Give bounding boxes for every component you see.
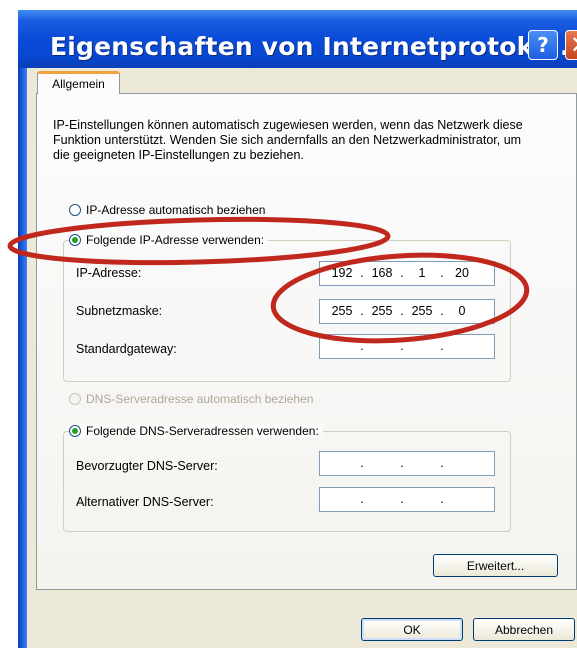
subnet-mask-label: Subnetzmaske: (76, 304, 163, 318)
ip-address-label: IP-Adresse: (76, 266, 142, 280)
title-bar[interactable]: Eigenschaften von Internetprotoko... ? ✕ (18, 10, 577, 68)
gateway-label: Standardgateway: (76, 342, 177, 356)
help-button[interactable]: ? (528, 30, 558, 60)
window-frame-left (18, 68, 27, 648)
octet-dot: . (360, 304, 364, 318)
subnet-octet-2: 255 (371, 304, 393, 318)
ip-address-input[interactable]: 192 . 168 . 1 . 20 (319, 261, 495, 286)
advanced-button[interactable]: Erweitert... (433, 554, 558, 577)
dns-manual-option[interactable]: Folgende DNS-Serveradressen verwenden: (69, 424, 323, 438)
ip-manual-radio[interactable] (69, 234, 81, 246)
subnet-octet-4: 0 (458, 304, 466, 318)
window-title: Eigenschaften von Internetprotoko... (50, 32, 577, 61)
octet-dot: . (440, 304, 444, 318)
octet-dot: . (440, 266, 444, 280)
subnet-mask-input[interactable]: 255 . 255 . 255 . 0 (319, 299, 495, 324)
preferred-dns-input[interactable]: . . . (319, 451, 495, 476)
ip-manual-label: Folgende IP-Adresse verwenden: (86, 233, 265, 247)
octet-dot: . (360, 339, 364, 353)
dns-manual-radio[interactable] (69, 425, 81, 437)
subnet-octet-1: 255 (331, 304, 353, 318)
tab-allgemein[interactable]: Allgemein (37, 71, 120, 94)
ip-auto-option[interactable]: IP-Adresse automatisch beziehen (69, 203, 265, 217)
octet-dot: . (440, 339, 444, 353)
close-button[interactable]: ✕ (565, 30, 577, 60)
ip-octet-4: 20 (455, 266, 469, 280)
dns-auto-label: DNS-Serveradresse automatisch beziehen (86, 392, 314, 406)
dns-manual-label: Folgende DNS-Serveradressen verwenden: (86, 424, 319, 438)
cancel-button[interactable]: Abbrechen (473, 618, 575, 641)
octet-dot: . (400, 339, 404, 353)
help-icon: ? (537, 33, 549, 57)
alternate-dns-input[interactable]: . . . (319, 487, 495, 512)
ip-manual-option[interactable]: Folgende IP-Adresse verwenden: (69, 233, 269, 247)
octet-dot: . (440, 456, 444, 470)
ip-octet-3: 1 (418, 266, 426, 280)
octet-dot: . (360, 492, 364, 506)
preferred-dns-label: Bevorzugter DNS-Server: (76, 459, 218, 473)
octet-dot: . (400, 492, 404, 506)
octet-dot: . (400, 266, 404, 280)
octet-dot: . (360, 266, 364, 280)
subnet-octet-3: 255 (411, 304, 433, 318)
alternate-dns-label: Alternativer DNS-Server: (76, 495, 214, 509)
dns-auto-radio (69, 393, 81, 405)
ip-octet-2: 168 (371, 266, 393, 280)
ok-button[interactable]: OK (361, 618, 463, 641)
ip-auto-radio[interactable] (69, 204, 81, 216)
octet-dot: . (360, 456, 364, 470)
dns-group-box (63, 431, 511, 532)
octet-dot: . (400, 304, 404, 318)
ip-octet-1: 192 (331, 266, 353, 280)
octet-dot: . (440, 492, 444, 506)
gateway-input[interactable]: . . . (319, 334, 495, 359)
dns-auto-option: DNS-Serveradresse automatisch beziehen (69, 392, 313, 406)
ip-auto-label: IP-Adresse automatisch beziehen (86, 203, 266, 217)
intro-text: IP-Einstellungen können automatisch zuge… (53, 118, 523, 162)
close-icon: ✕ (570, 31, 577, 59)
octet-dot: . (400, 456, 404, 470)
